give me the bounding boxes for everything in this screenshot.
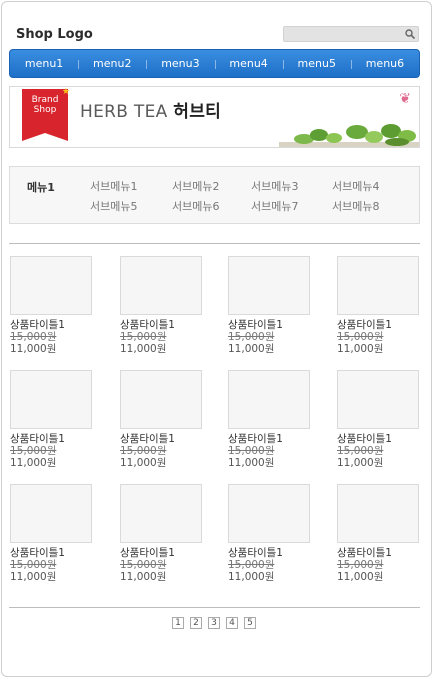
nav-item-menu1[interactable]: menu1 <box>10 50 78 78</box>
product-title[interactable]: 상품타이틀1 <box>10 319 94 331</box>
product-card[interactable]: 상품타이틀1 15,000원 11,000원 <box>10 256 94 355</box>
brand-shop-ribbon: ★ Brand Shop <box>22 87 70 141</box>
main-nav: menu1 menu2 menu3 menu4 menu5 menu6 <box>9 49 420 78</box>
submenu-link-6[interactable]: 서브메뉴6 <box>172 198 219 214</box>
banner-title: HERB TEA 허브티 <box>80 97 221 122</box>
product-title[interactable]: 상품타이틀1 <box>10 433 94 445</box>
product-price: 11,000원 <box>10 457 57 469</box>
product-price: 11,000원 <box>337 343 384 355</box>
product-card[interactable]: 상품타이틀1 15,000원 11,000원 <box>228 484 312 583</box>
product-card[interactable]: 상품타이틀1 15,000원 11,000원 <box>337 484 421 583</box>
submenu-link-4[interactable]: 서브메뉴4 <box>332 178 379 194</box>
nav-item-menu4[interactable]: menu4 <box>214 50 283 78</box>
product-title[interactable]: 상품타이틀1 <box>120 319 204 331</box>
product-card[interactable]: 상품타이틀1 15,000원 11,000원 <box>228 370 312 469</box>
product-old-price: 15,000원 <box>120 331 167 343</box>
product-thumbnail[interactable] <box>120 370 202 429</box>
product-price: 11,000원 <box>10 571 57 583</box>
product-title[interactable]: 상품타이틀1 <box>120 433 204 445</box>
page-3-button[interactable]: 3 <box>208 617 220 629</box>
product-old-price: 15,000원 <box>10 331 57 343</box>
page-5-button[interactable]: 5 <box>244 617 256 629</box>
product-title[interactable]: 상품타이틀1 <box>228 547 312 559</box>
banner-title-ko: 허브티 <box>173 102 222 122</box>
nav-item-menu6[interactable]: menu6 <box>350 50 419 78</box>
product-thumbnail[interactable] <box>10 484 92 543</box>
product-thumbnail[interactable] <box>120 256 202 315</box>
product-price: 11,000원 <box>228 571 275 583</box>
divider-top <box>9 243 420 244</box>
product-thumbnail[interactable] <box>10 256 92 315</box>
search-box <box>283 26 419 42</box>
product-price: 11,000원 <box>120 571 167 583</box>
search-icon[interactable] <box>404 28 416 40</box>
product-title[interactable]: 상품타이틀1 <box>120 547 204 559</box>
product-thumbnail[interactable] <box>120 484 202 543</box>
butterfly-icon: ❦ <box>399 91 411 107</box>
submenu-link-5[interactable]: 서브메뉴5 <box>90 198 137 214</box>
nav-item-menu5[interactable]: menu5 <box>282 50 351 78</box>
product-old-price: 15,000원 <box>228 445 275 457</box>
product-title[interactable]: 상품타이틀1 <box>337 319 421 331</box>
search-input[interactable] <box>284 27 402 41</box>
product-thumbnail[interactable] <box>337 370 419 429</box>
ribbon-line2: Shop <box>33 105 57 115</box>
product-old-price: 15,000원 <box>228 559 275 571</box>
product-title[interactable]: 상품타이틀1 <box>337 433 421 445</box>
product-old-price: 15,000원 <box>337 445 384 457</box>
product-price: 11,000원 <box>337 457 384 469</box>
product-card[interactable]: 상품타이틀1 15,000원 11,000원 <box>337 370 421 469</box>
submenu-link-2[interactable]: 서브메뉴2 <box>172 178 219 194</box>
product-title[interactable]: 상품타이틀1 <box>228 319 312 331</box>
page-4-button[interactable]: 4 <box>226 617 238 629</box>
product-title[interactable]: 상품타이틀1 <box>228 433 312 445</box>
divider-bottom <box>9 607 420 608</box>
product-card[interactable]: 상품타이틀1 15,000원 11,000원 <box>120 370 204 469</box>
product-thumbnail[interactable] <box>228 484 310 543</box>
product-price: 11,000원 <box>228 457 275 469</box>
product-old-price: 15,000원 <box>228 331 275 343</box>
product-card[interactable]: 상품타이틀1 15,000원 11,000원 <box>120 484 204 583</box>
product-old-price: 15,000원 <box>10 445 57 457</box>
product-old-price: 15,000원 <box>10 559 57 571</box>
product-price: 11,000원 <box>228 343 275 355</box>
banner-title-en: HERB TEA <box>80 102 168 122</box>
product-old-price: 15,000원 <box>120 559 167 571</box>
product-price: 11,000원 <box>337 571 384 583</box>
shop-logo[interactable]: Shop Logo <box>16 27 93 42</box>
page-1-button[interactable]: 1 <box>172 617 184 629</box>
product-old-price: 15,000원 <box>337 331 384 343</box>
product-title[interactable]: 상품타이틀1 <box>337 547 421 559</box>
product-thumbnail[interactable] <box>337 484 419 543</box>
product-price: 11,000원 <box>10 343 57 355</box>
submenu-link-3[interactable]: 서브메뉴3 <box>251 178 298 194</box>
page-2-button[interactable]: 2 <box>190 617 202 629</box>
nav-item-menu2[interactable]: menu2 <box>78 50 146 78</box>
product-thumbnail[interactable] <box>228 370 310 429</box>
product-thumbnail[interactable] <box>10 370 92 429</box>
submenu-link-8[interactable]: 서브메뉴8 <box>332 198 379 214</box>
product-price: 11,000원 <box>120 457 167 469</box>
product-card[interactable]: 상품타이틀1 15,000원 11,000원 <box>120 256 204 355</box>
product-thumbnail[interactable] <box>337 256 419 315</box>
product-card[interactable]: 상품타이틀1 15,000원 11,000원 <box>228 256 312 355</box>
product-old-price: 15,000원 <box>337 559 384 571</box>
product-card[interactable]: 상품타이틀1 15,000원 11,000원 <box>337 256 421 355</box>
pagination: 1 2 3 4 5 <box>172 617 256 629</box>
product-old-price: 15,000원 <box>120 445 167 457</box>
banner[interactable]: ★ Brand Shop HERB TEA 허브티 ❦ <box>9 86 420 148</box>
product-thumbnail[interactable] <box>228 256 310 315</box>
submenu-link-1[interactable]: 서브메뉴1 <box>90 178 137 194</box>
submenu-title: 메뉴1 <box>27 181 55 194</box>
nav-item-menu3[interactable]: menu3 <box>146 50 214 78</box>
submenu-link-7[interactable]: 서브메뉴7 <box>251 198 298 214</box>
product-card[interactable]: 상품타이틀1 15,000원 11,000원 <box>10 370 94 469</box>
product-card[interactable]: 상품타이틀1 15,000원 11,000원 <box>10 484 94 583</box>
product-price: 11,000원 <box>120 343 167 355</box>
leaves-image <box>279 124 419 147</box>
star-icon: ★ <box>61 87 70 97</box>
submenu-panel: 메뉴1 서브메뉴1 서브메뉴2 서브메뉴3 서브메뉴4 서브메뉴5 서브메뉴6 … <box>9 166 420 224</box>
product-title[interactable]: 상품타이틀1 <box>10 547 94 559</box>
